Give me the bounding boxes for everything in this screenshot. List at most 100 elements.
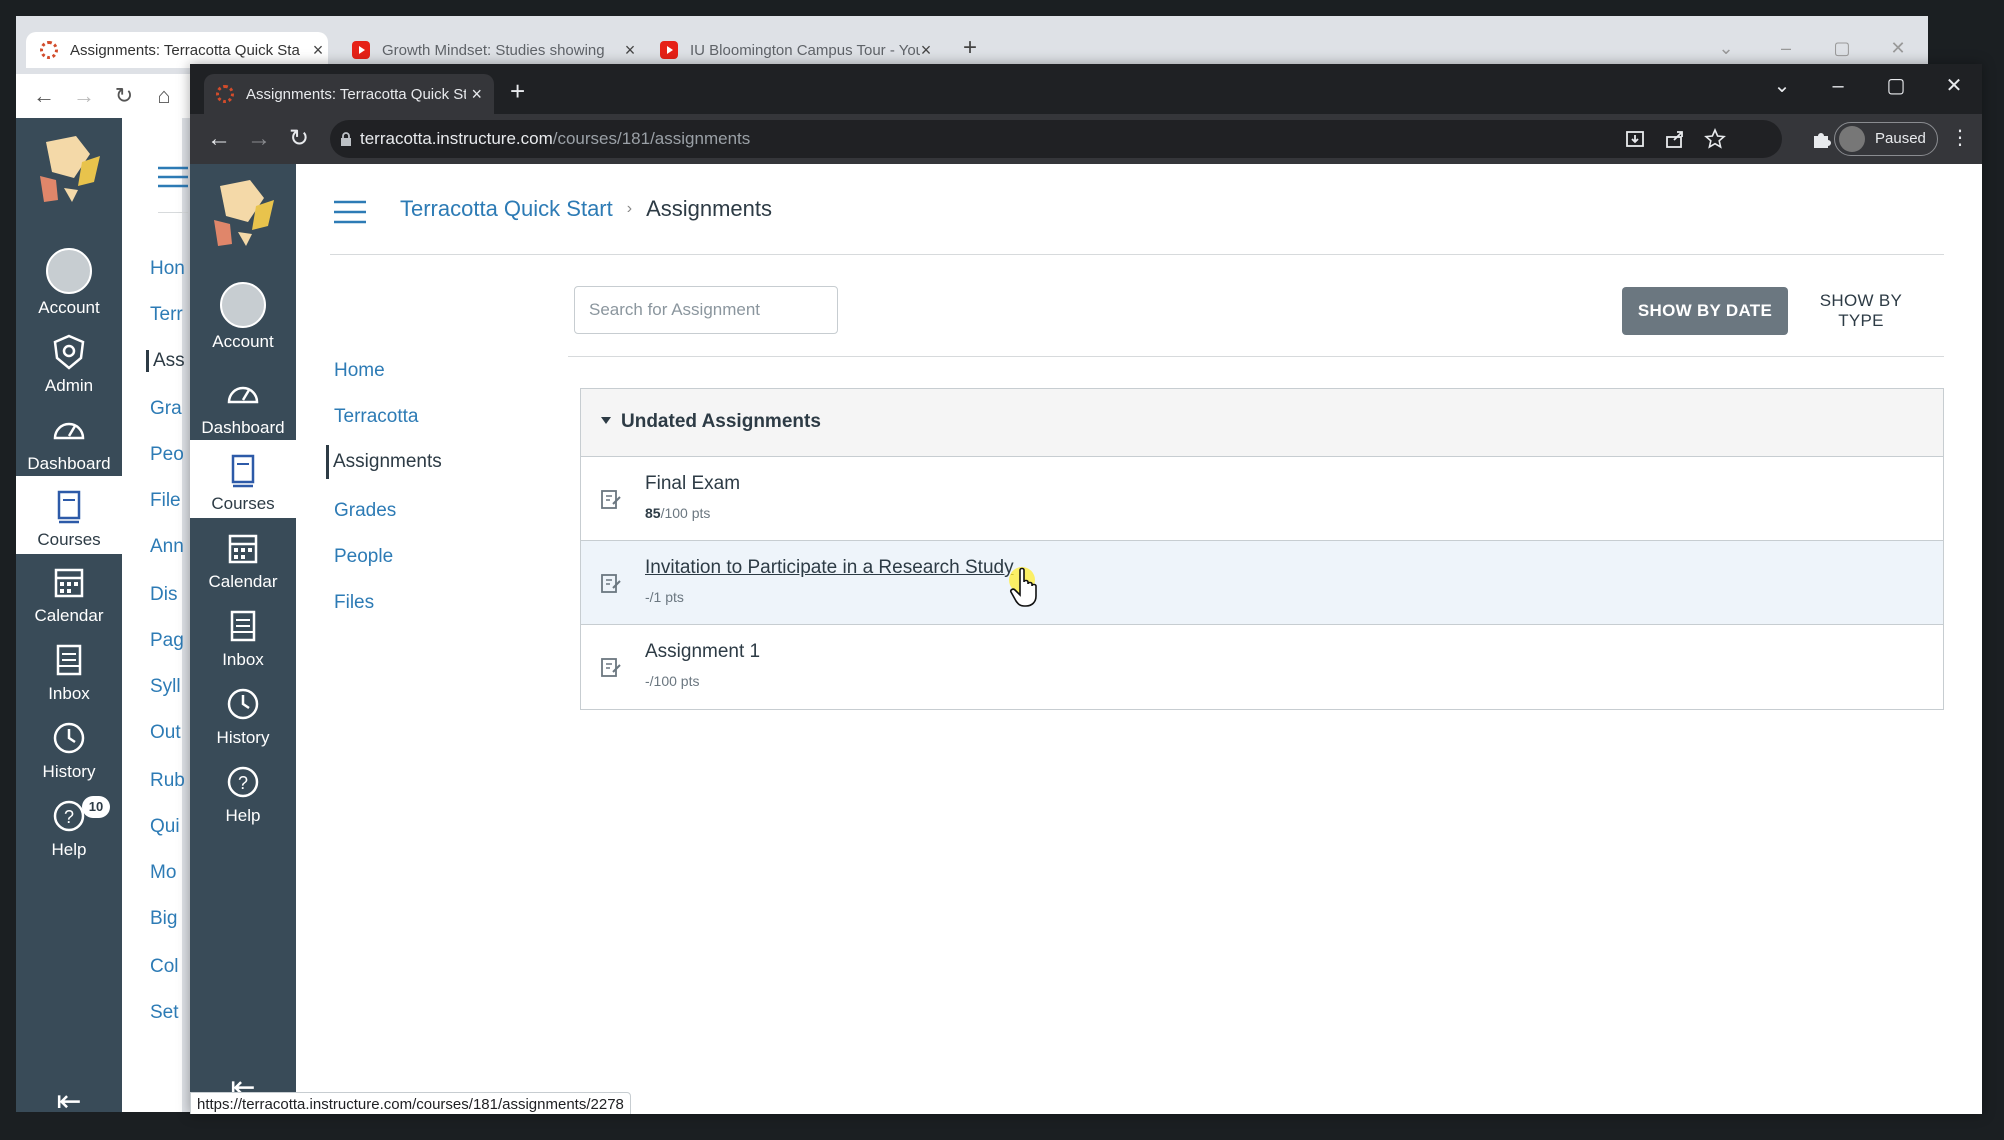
show-by-date-button[interactable]: SHOW BY DATE: [1622, 287, 1788, 335]
back-course-nav-item[interactable]: Pag: [150, 630, 184, 652]
back-course-nav-item[interactable]: Hon: [150, 258, 185, 280]
canvas-logo[interactable]: [16, 132, 122, 212]
global-nav-dashboard[interactable]: Dashboard: [16, 410, 122, 474]
back-arrow-icon[interactable]: ←: [206, 126, 232, 152]
clock-icon: [223, 684, 263, 724]
calendar-icon: [223, 528, 263, 568]
global-nav-courses[interactable]: Courses: [16, 476, 122, 554]
back-course-nav-item[interactable]: File: [150, 490, 181, 512]
global-nav-inbox[interactable]: Inbox: [16, 640, 122, 704]
new-tab-button[interactable]: +: [510, 78, 525, 104]
assignment-points: -/100 pts: [645, 673, 700, 689]
course-nav-home[interactable]: Home: [330, 360, 385, 382]
breadcrumb-course-link[interactable]: Terracotta Quick Start: [400, 196, 613, 222]
back-course-nav-item[interactable]: Ann: [150, 536, 184, 558]
search-assignment-input[interactable]: [574, 286, 838, 334]
course-nav-files[interactable]: Files: [330, 592, 374, 614]
browser-menu-icon[interactable]: ⋮: [1950, 126, 1970, 150]
address-bar[interactable]: terracotta.instructure.com/courses/181/a…: [330, 120, 1782, 158]
close-tab-icon[interactable]: ×: [308, 40, 328, 60]
canvas-logo[interactable]: [190, 176, 296, 256]
back-course-nav-item[interactable]: Out: [150, 722, 181, 744]
minimize-button[interactable]: –: [1776, 38, 1796, 58]
front-tab-assignments[interactable]: Assignments: Terracotta Quick Start ×: [204, 74, 494, 114]
reload-icon[interactable]: ↻: [112, 84, 136, 108]
back-course-nav-item[interactable]: Syll: [150, 676, 181, 698]
tab-search-icon[interactable]: ⌄: [1770, 74, 1794, 98]
back-course-nav-item[interactable]: Rub: [150, 770, 185, 792]
lock-icon[interactable]: [340, 132, 352, 146]
back-course-nav-item[interactable]: Dis: [150, 584, 177, 606]
global-nav-help[interactable]: ? 10 Help: [16, 796, 122, 860]
collapse-nav-icon[interactable]: ⇤: [16, 1084, 122, 1112]
back-course-nav-item[interactable]: Mo: [150, 862, 176, 884]
maximize-button[interactable]: ▢: [1884, 74, 1908, 98]
back-course-nav-item[interactable]: Col: [150, 956, 179, 978]
back-course-nav-item[interactable]: Gra: [150, 398, 182, 420]
course-nav-grades[interactable]: Grades: [330, 500, 396, 522]
new-tab-button[interactable]: +: [958, 36, 982, 60]
tab-search-icon[interactable]: ⌄: [1716, 38, 1736, 58]
assignment-title-link[interactable]: Invitation to Participate in a Research …: [645, 557, 1014, 579]
tab-title: Growth Mindset: Studies showing: [382, 41, 605, 59]
back-tab-iu-tour[interactable]: IU Bloomington Campus Tour - YouTube ×: [646, 32, 936, 68]
assignment-group-header[interactable]: Undated Assignments: [581, 389, 1943, 457]
assignment-row[interactable]: Final Exam 85/100 pts: [581, 457, 1943, 541]
course-nav-terracotta[interactable]: Terracotta: [330, 406, 418, 428]
back-course-nav-item[interactable]: Ass: [146, 350, 185, 372]
global-nav-admin[interactable]: Admin: [16, 332, 122, 396]
global-nav-history[interactable]: History: [190, 684, 296, 748]
assignment-points: 85/100 pts: [645, 505, 710, 521]
extensions-puzzle-icon[interactable]: [1810, 128, 1832, 150]
close-tab-icon[interactable]: ×: [471, 84, 482, 105]
close-tab-icon[interactable]: ×: [620, 40, 640, 60]
back-course-nav-item[interactable]: Set: [150, 1002, 179, 1024]
global-nav-account[interactable]: Account: [190, 282, 296, 352]
back-course-nav-item[interactable]: Big: [150, 908, 177, 930]
maximize-button[interactable]: ▢: [1832, 38, 1852, 58]
global-nav-help[interactable]: ? Help: [190, 762, 296, 826]
course-nav-assignments[interactable]: Assignments: [326, 445, 442, 479]
nav-label: Admin: [44, 376, 94, 395]
back-tab-growth-mindset[interactable]: Growth Mindset: Studies showing ×: [338, 32, 640, 68]
global-nav-courses[interactable]: Courses: [190, 440, 296, 518]
home-icon[interactable]: ⌂: [152, 84, 176, 108]
avatar: [220, 282, 266, 328]
course-nav-people[interactable]: People: [330, 546, 393, 568]
youtube-icon: [352, 41, 370, 59]
share-icon[interactable]: [1664, 128, 1686, 150]
close-window-button[interactable]: ✕: [1942, 74, 1966, 98]
bookmark-star-icon[interactable]: [1704, 128, 1726, 150]
assignment-title-link[interactable]: Assignment 1: [645, 641, 760, 663]
profile-paused-chip[interactable]: Paused: [1834, 122, 1938, 156]
close-window-button[interactable]: ✕: [1888, 38, 1908, 58]
close-tab-icon[interactable]: ×: [916, 40, 936, 60]
breadcrumb: Terracotta Quick Start › Assignments: [400, 196, 772, 222]
global-nav-account[interactable]: Account: [16, 248, 122, 318]
global-nav-dashboard[interactable]: Dashboard: [190, 374, 296, 438]
forward-arrow-icon[interactable]: →: [72, 84, 96, 108]
url-text[interactable]: terracotta.instructure.com/courses/181/a…: [360, 120, 750, 158]
back-arrow-icon[interactable]: ←: [32, 84, 56, 108]
global-nav-calendar[interactable]: Calendar: [16, 562, 122, 626]
back-course-nav-item[interactable]: Terr: [150, 304, 183, 326]
assignment-row[interactable]: Invitation to Participate in a Research …: [581, 541, 1943, 625]
divider: [330, 254, 1944, 255]
back-course-nav-item[interactable]: Peo: [150, 444, 184, 466]
assignment-row[interactable]: Assignment 1 -/100 pts: [581, 625, 1943, 709]
forward-arrow-icon[interactable]: →: [246, 126, 272, 152]
assignment-title-link[interactable]: Final Exam: [645, 473, 740, 495]
back-course-nav-item[interactable]: Qui: [150, 816, 180, 838]
global-nav-inbox[interactable]: Inbox: [190, 606, 296, 670]
install-app-icon[interactable]: [1624, 128, 1646, 150]
assignment-points: -/1 pts: [645, 589, 684, 605]
global-nav-calendar[interactable]: Calendar: [190, 528, 296, 592]
reload-icon[interactable]: ↻: [286, 126, 312, 152]
show-by-type-button[interactable]: SHOW BY TYPE: [1796, 287, 1926, 335]
hamburger-menu-icon[interactable]: [158, 166, 188, 188]
global-nav-history[interactable]: History: [16, 718, 122, 782]
back-tab-assignments[interactable]: Assignments: Terracotta Quick Start ×: [26, 32, 328, 68]
minimize-button[interactable]: –: [1826, 74, 1850, 98]
divider: [568, 356, 1944, 357]
hamburger-menu-icon[interactable]: [334, 200, 366, 224]
